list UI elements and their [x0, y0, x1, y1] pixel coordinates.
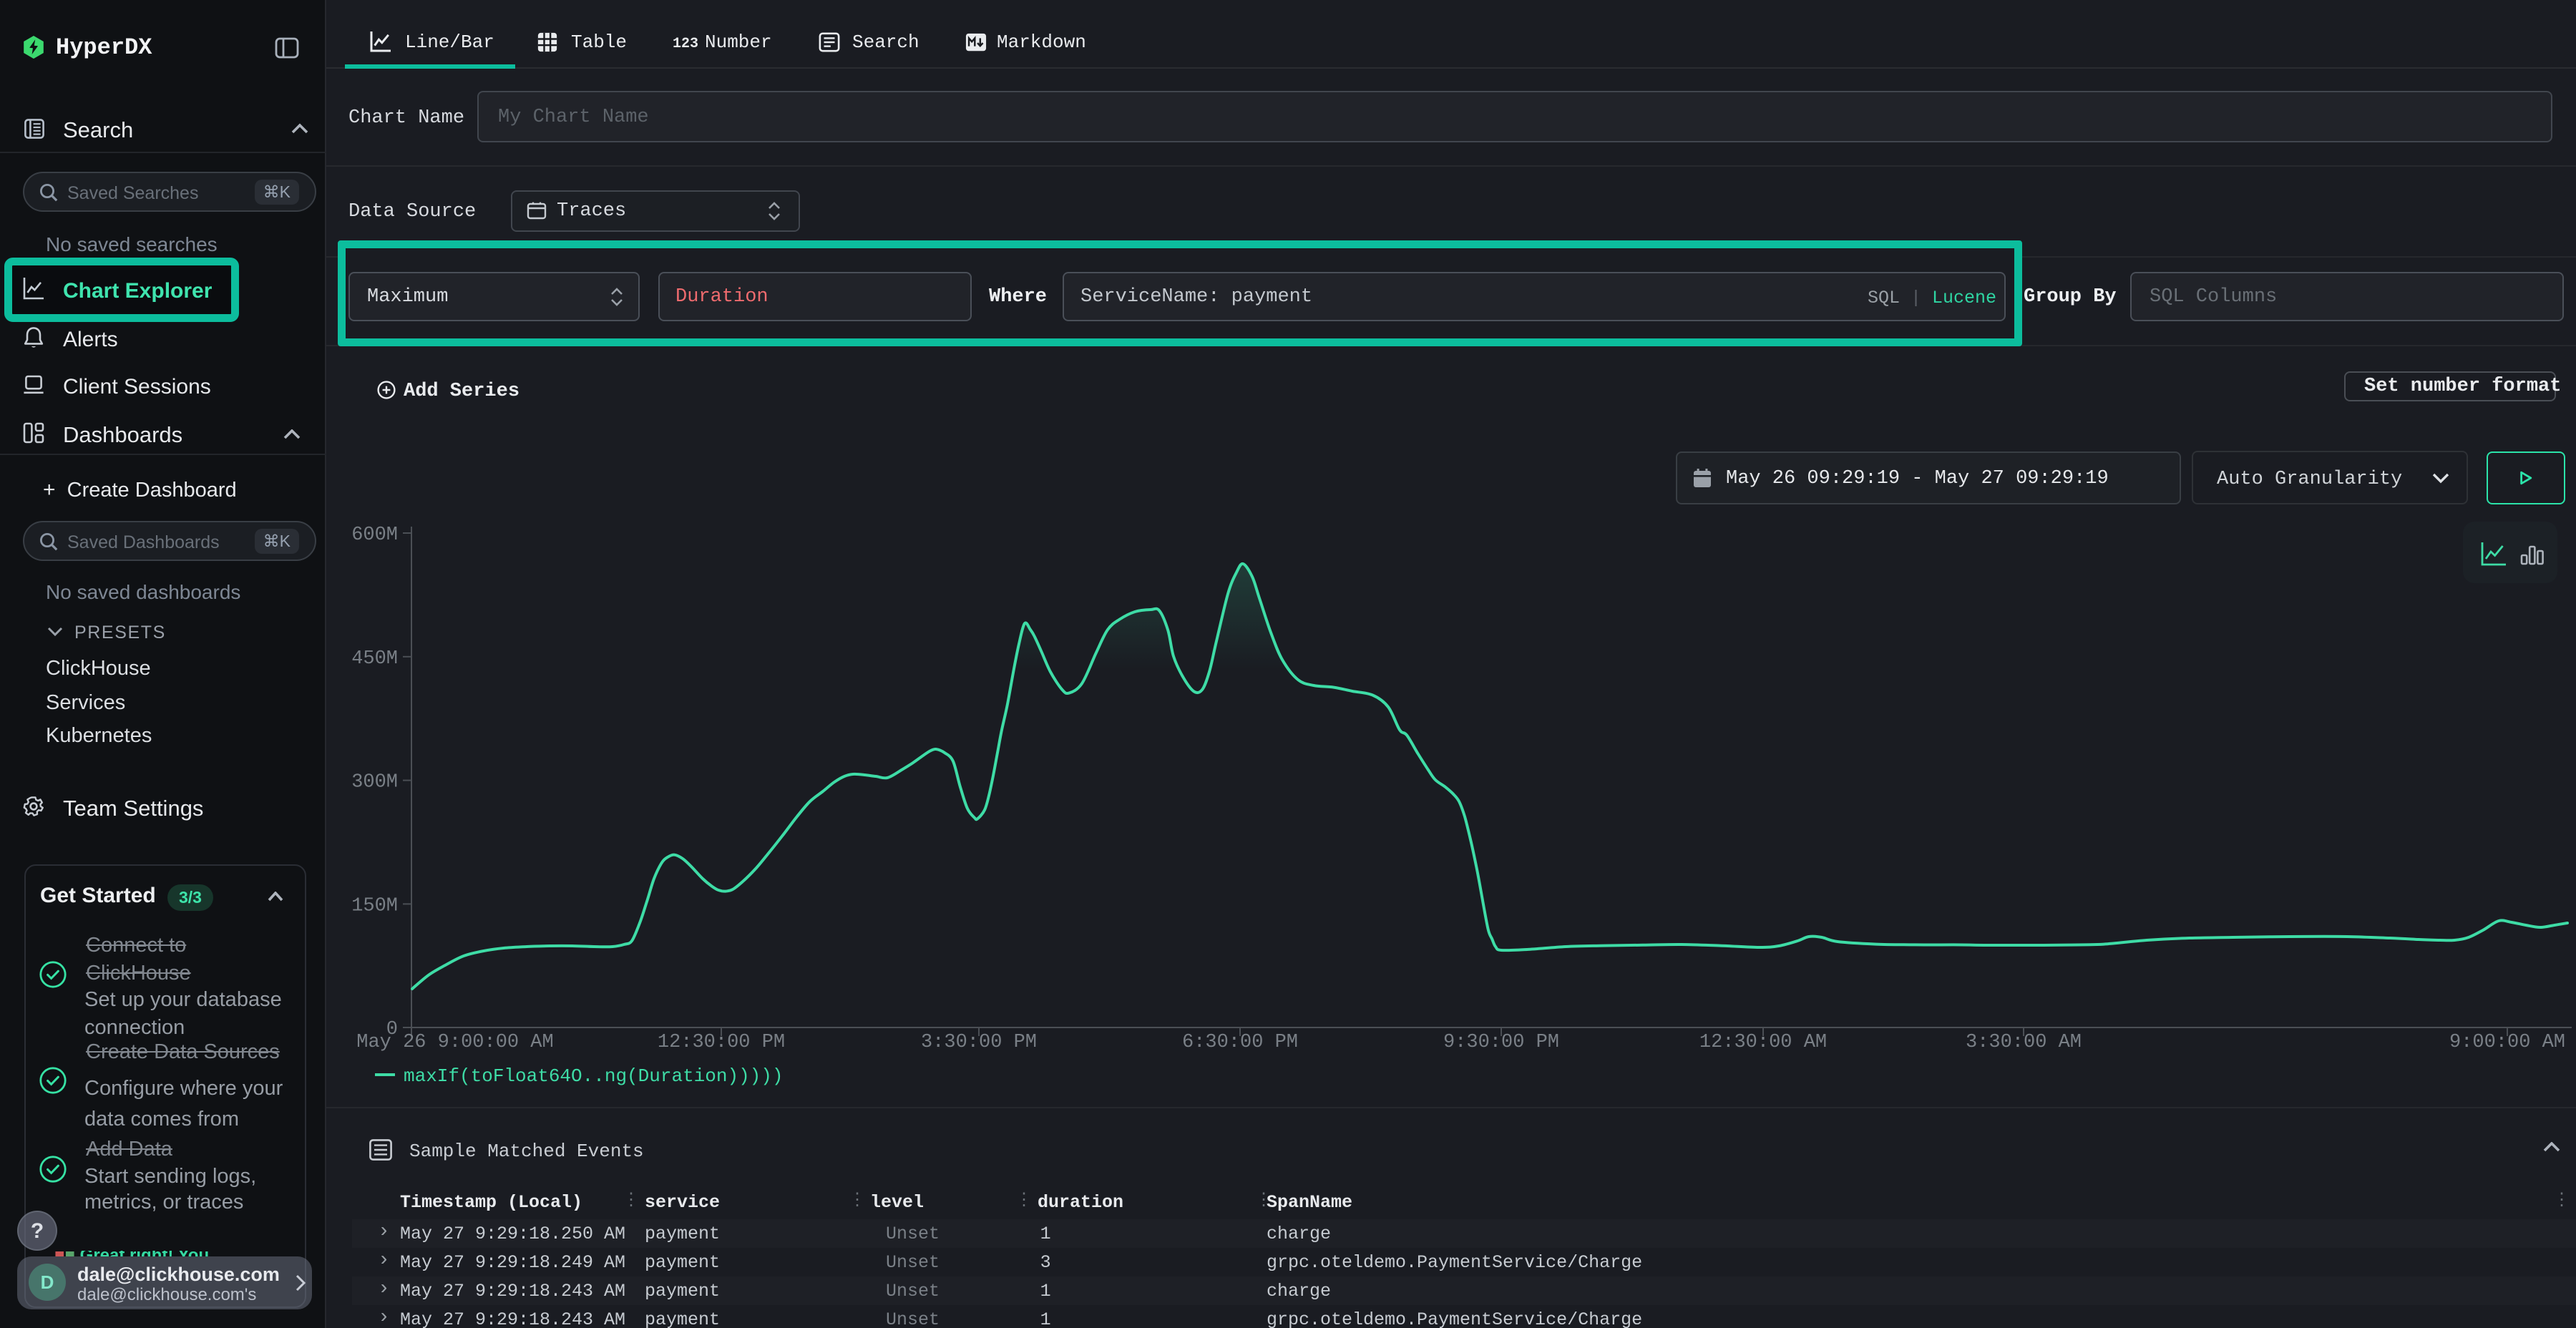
svg-text:9:30:00 PM: 9:30:00 PM — [1443, 1032, 1559, 1053]
svg-text:450M: 450M — [351, 648, 398, 670]
svg-text:150M: 150M — [351, 895, 398, 917]
svg-text:6:30:00 PM: 6:30:00 PM — [1182, 1032, 1298, 1053]
svg-text:3:30:00 PM: 3:30:00 PM — [921, 1032, 1037, 1053]
svg-text:12:30:00 PM: 12:30:00 PM — [658, 1032, 785, 1053]
svg-text:9:00:00 AM: 9:00:00 AM — [2449, 1032, 2565, 1053]
svg-text:12:30:00 AM: 12:30:00 AM — [1699, 1032, 1827, 1053]
svg-text:3:30:00 AM: 3:30:00 AM — [1966, 1032, 2082, 1053]
svg-text:600M: 600M — [351, 524, 398, 546]
svg-text:300M: 300M — [351, 772, 398, 794]
svg-text:maxIf(toFloat64O..ng(Duration): maxIf(toFloat64O..ng(Duration))))) — [404, 1065, 784, 1087]
svg-text:May 26 9:00:00 AM: May 26 9:00:00 AM — [356, 1032, 553, 1053]
